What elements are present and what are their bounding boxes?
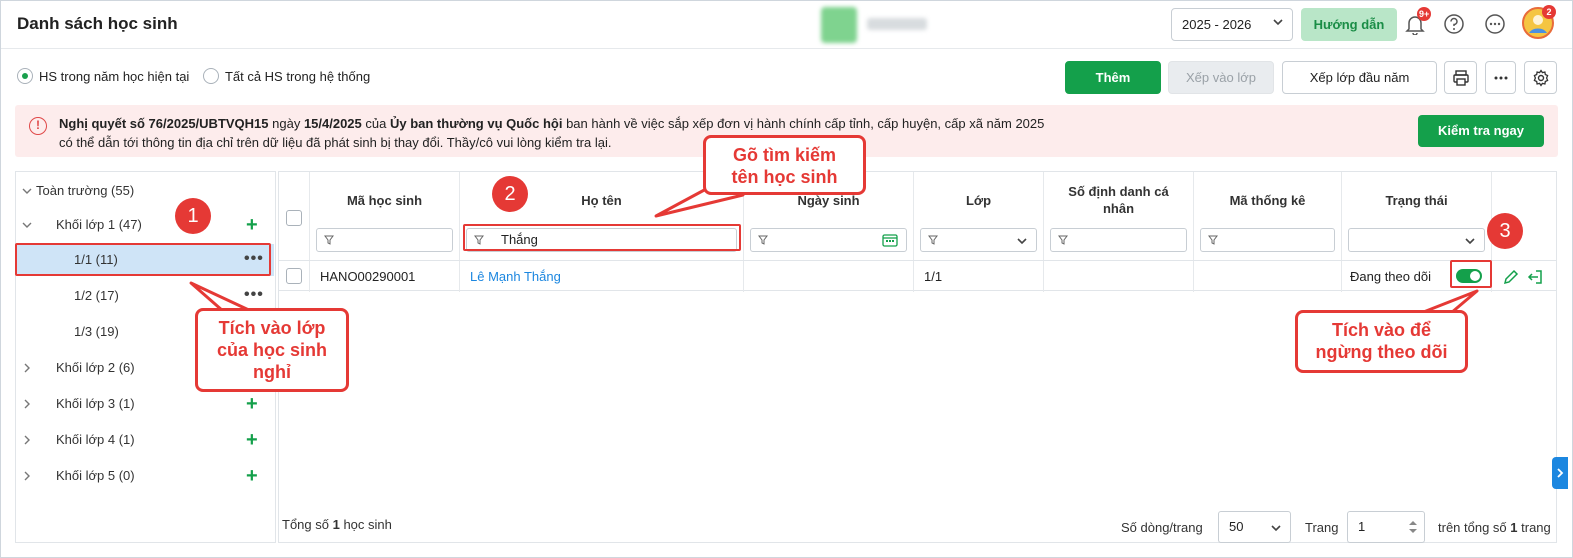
callout-select-class: Tích vào lớp của học sinh nghỉ [195, 308, 349, 392]
callout1-line2: của học sinh [216, 340, 328, 360]
step-1-marker: 1 [175, 198, 211, 234]
callout-pointers [189, 179, 1479, 315]
callout1-line1: Tích vào lớp [218, 318, 326, 338]
callout-stop-tracking: Tích vào để ngừng theo dõi [1295, 310, 1468, 373]
callout3-line1: Tích vào để [1331, 320, 1432, 340]
callout1-line3: nghỉ [253, 362, 291, 382]
callout2-line1: Gõ tìm kiếm [732, 145, 837, 165]
callout-search-name: Gõ tìm kiếm tên học sinh [703, 135, 866, 195]
step-3-marker: 3 [1487, 213, 1523, 249]
callout3-line2: ngừng theo dõi [1315, 342, 1448, 362]
callout2-line2: tên học sinh [731, 167, 838, 187]
step-2-marker: 2 [492, 176, 528, 212]
